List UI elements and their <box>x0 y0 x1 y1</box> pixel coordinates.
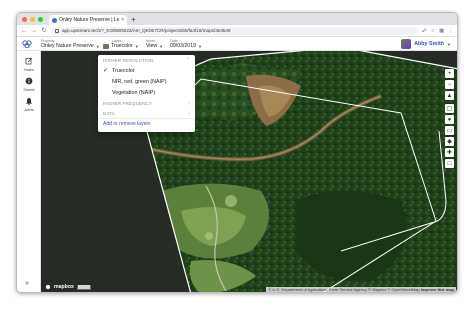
compass-icon[interactable]: ▲ <box>445 91 454 100</box>
url-field[interactable]: app.upstream.tech/?_KGf6W5023/Am_QKhE7CR… <box>51 26 418 35</box>
avatar <box>401 39 412 49</box>
close-tab-icon[interactable]: × <box>121 17 124 23</box>
scale-bar <box>76 284 91 290</box>
section-data[interactable]: DATA › <box>98 108 195 118</box>
mapbox-logo: mapbox <box>45 284 91 290</box>
section-label: DATA <box>103 110 115 116</box>
section-higher-resolution[interactable]: HIGHER RESOLUTION ⌃ <box>98 55 195 65</box>
layer-option-label: Vegetation (NAIP) <box>112 89 156 96</box>
layer-option-vegetation[interactable]: Vegetation (NAIP) <box>98 87 195 98</box>
attribution-mapbox[interactable]: © Mapbox © OpenStreetMap <box>368 287 420 292</box>
window-controls <box>22 17 43 22</box>
extensions-icon[interactable]: ▦ <box>439 28 444 34</box>
layers-icon[interactable]: ▢ <box>445 104 454 113</box>
notes-icon <box>25 57 33 65</box>
sidebar-item-label: Details <box>23 88 35 92</box>
chevron-down-icon: ▼ <box>134 44 139 49</box>
date-value: 09/03/2019 <box>170 43 196 49</box>
sidebar-item-alerts[interactable]: Alerts <box>17 97 41 112</box>
chevron-right-icon: › <box>188 110 190 116</box>
chevron-down-icon: ▼ <box>447 41 451 47</box>
info-icon <box>25 77 33 85</box>
section-higher-frequency[interactable]: HIGHER FREQUENCY › <box>98 98 195 108</box>
section-label: HIGHER RESOLUTION <box>103 57 154 63</box>
address-bar-actions: ☍ ☆ ▦ ⋮ <box>422 28 453 34</box>
browser-window: Onley Nature Preserve | Lens × + ← → ↻ a… <box>16 12 458 293</box>
browser-tab[interactable]: Onley Nature Preserve | Lens × <box>49 15 127 25</box>
close-window-button[interactable] <box>22 17 27 22</box>
layer-option-label: Truecolor <box>112 67 135 74</box>
left-sidebar: Notes Details Alerts » <box>17 51 41 292</box>
reload-icon[interactable]: ↻ <box>41 27 47 34</box>
tag-icon[interactable]: ◆ <box>445 137 454 146</box>
menu-icon[interactable]: ⋮ <box>448 28 453 34</box>
favicon-icon <box>52 17 57 23</box>
section-label: HIGHER FREQUENCY <box>103 100 153 106</box>
user-name: Abby Smith <box>414 41 445 47</box>
url-text: app.upstream.tech/?_KGf6W5023/Am_QKhE7CR… <box>62 28 231 33</box>
bell-icon <box>26 98 32 105</box>
address-bar: ← → ↻ app.upstream.tech/?_KGf6W5023/Am_Q… <box>17 25 457 37</box>
sidebar-item-notes[interactable]: Notes <box>17 57 41 72</box>
property-selector[interactable]: Property Onley Nature Preserve ▼ <box>41 39 100 50</box>
map-attribution: © U.S. Department of Agriculture, Farm S… <box>266 287 456 292</box>
sidebar-item-label: Notes <box>24 68 34 72</box>
mapbox-logo-text: mapbox <box>54 284 74 290</box>
minimize-window-button[interactable] <box>30 17 35 22</box>
add-remove-layers-link[interactable]: Add or remove layers <box>98 118 195 129</box>
maximize-window-button[interactable] <box>38 17 43 22</box>
user-menu[interactable]: Abby Smith ▼ <box>401 39 451 49</box>
chevron-right-icon: › <box>188 100 190 106</box>
chevron-up-icon: ⌃ <box>186 57 190 62</box>
layer-selector[interactable]: Layer Truecolor ▼ <box>103 39 139 50</box>
layer-option-truecolor[interactable]: ✓ Truecolor <box>98 65 195 76</box>
mode-value: View <box>146 43 158 49</box>
chevron-down-icon: ▼ <box>95 44 100 49</box>
property-value: Onley Nature Preserve <box>41 43 94 49</box>
layer-thumbnail <box>103 44 109 49</box>
layer-dropdown-menu: HIGHER RESOLUTION ⌃ ✓ Truecolor NIR, red… <box>98 55 195 132</box>
pin-icon[interactable]: ● <box>445 115 454 124</box>
sidebar-item-details[interactable]: Details <box>17 77 41 92</box>
back-arrow-icon[interactable]: ← <box>21 28 27 34</box>
star-icon[interactable]: ☆ <box>431 28 435 34</box>
tab-title: Onley Nature Preserve | Lens <box>59 17 120 23</box>
eraser-icon[interactable]: ✚ <box>445 148 454 157</box>
check-icon: ✓ <box>103 68 109 74</box>
attribution-usda[interactable]: © U.S. Department of Agriculture, Farm S… <box>268 287 367 292</box>
app-header: Property Onley Nature Preserve ▼ Layer Tr… <box>17 37 457 51</box>
upstream-logo-icon <box>22 40 32 48</box>
new-tab-button[interactable]: + <box>131 15 136 25</box>
mode-selector[interactable]: Mode View ▼ <box>146 39 163 50</box>
improve-map-link[interactable]: Improve this map <box>421 287 454 292</box>
mapbox-logo-icon <box>45 284 51 290</box>
tab-strip: Onley Nature Preserve | Lens × + <box>17 13 457 25</box>
chevron-down-icon: ▼ <box>197 44 202 49</box>
double-chevron-right-icon[interactable]: » <box>25 280 29 287</box>
lock-icon <box>55 28 59 33</box>
sidebar-item-label: Alerts <box>24 108 34 112</box>
share-icon[interactable]: ☍ <box>422 28 427 34</box>
date-selector[interactable]: Date 09/03/2019 ▼ <box>170 39 202 50</box>
zoom-in-icon[interactable]: + <box>445 69 454 78</box>
layer-option-label: NIR, red, green (NAIP) <box>112 78 167 85</box>
zoom-out-icon[interactable]: − <box>445 80 454 89</box>
ruler-icon[interactable]: ▭ <box>445 126 454 135</box>
chevron-down-icon: ▼ <box>159 44 164 49</box>
layer-option-nir[interactable]: NIR, red, green (NAIP) <box>98 76 195 87</box>
forward-arrow-icon[interactable]: → <box>31 28 37 34</box>
box-icon[interactable]: □ <box>445 159 454 168</box>
layer-value: Truecolor <box>111 43 133 49</box>
